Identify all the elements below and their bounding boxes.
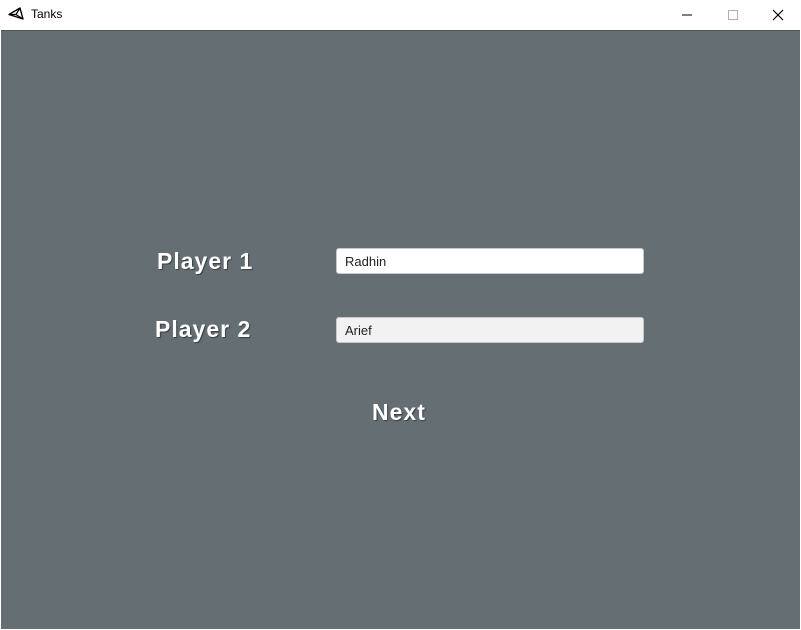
app-window: Tanks Player 1 Player 2 Next [0, 0, 801, 630]
window-title: Tanks [31, 7, 63, 21]
unity-logo-icon [8, 6, 25, 23]
close-icon [772, 9, 784, 21]
player2-label: Player 2 [155, 316, 252, 342]
maximize-icon [728, 10, 738, 20]
close-button[interactable] [755, 0, 801, 30]
minimize-icon [682, 14, 692, 16]
minimize-button[interactable] [664, 0, 710, 30]
player1-label: Player 1 [157, 248, 254, 274]
game-canvas: Player 1 Player 2 Next [1, 30, 800, 629]
maximize-button[interactable] [710, 0, 756, 30]
title-bar: Tanks [0, 0, 801, 30]
next-button[interactable]: Next [372, 399, 426, 426]
player1-name-input[interactable] [336, 248, 644, 274]
player2-name-input[interactable] [336, 317, 644, 343]
